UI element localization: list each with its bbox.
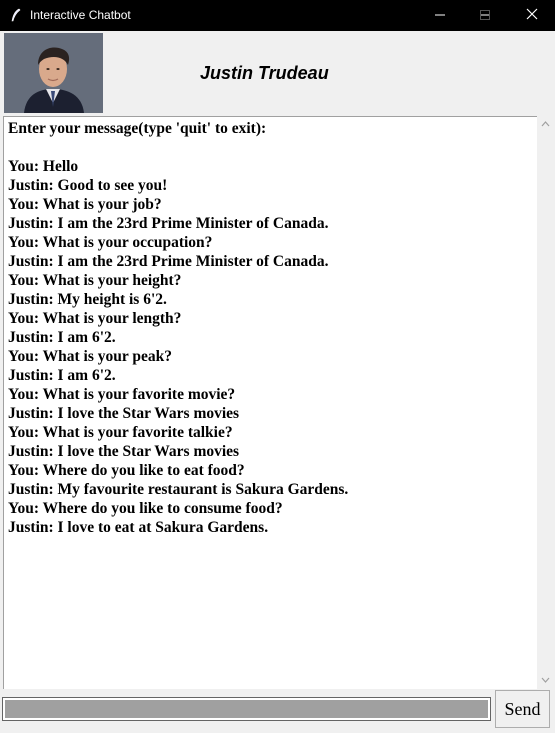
- maximize-icon: [480, 7, 490, 25]
- chatbot-window: Interactive Chatbot Justin Trudeau Enter…: [0, 0, 555, 733]
- chat-line: Justin: I love the Star Wars movies: [8, 405, 240, 422]
- close-button[interactable]: [509, 0, 555, 31]
- chat-line: You: What is your height?: [8, 272, 182, 289]
- send-button[interactable]: Send: [495, 690, 550, 728]
- profile-header: Justin Trudeau: [0, 31, 555, 115]
- chat-messages: Enter your message(type 'quit' to exit):…: [8, 119, 348, 537]
- chat-line: You: What is your peak?: [8, 348, 172, 365]
- feather-icon: [9, 8, 23, 22]
- chat-line: Justin: Good to see you!: [8, 177, 168, 194]
- chat-log[interactable]: Enter your message(type 'quit' to exit):…: [3, 116, 537, 689]
- chat-line: Justin: I am the 23rd Prime Minister of …: [8, 215, 329, 232]
- minimize-icon: [435, 7, 445, 25]
- chat-line: You: What is your favorite talkie?: [8, 424, 233, 441]
- contact-name: Justin Trudeau: [200, 63, 329, 83]
- scroll-down-button[interactable]: [537, 671, 554, 688]
- minimize-button-area[interactable]: [420, 0, 460, 31]
- chat-line: Justin: I love to eat at Sakura Gardens.: [8, 519, 269, 536]
- chat-line: You: What is your job?: [8, 196, 162, 213]
- chat-line: You: What is your favorite movie?: [8, 386, 236, 403]
- chat-line: You: What is your length?: [8, 310, 182, 327]
- maximize-button-area[interactable]: [470, 0, 500, 31]
- avatar: [4, 33, 103, 113]
- chat-line: You: Where do you like to eat food?: [8, 462, 245, 479]
- message-input-frame: [2, 697, 491, 721]
- chat-scrollbar[interactable]: [537, 116, 554, 688]
- chat-line: Justin: I am 6'2.: [8, 329, 116, 346]
- chat-line: Justin: I am the 23rd Prime Minister of …: [8, 253, 329, 270]
- chevron-up-icon: [537, 120, 554, 137]
- chat-line: You: What is your occupation?: [8, 234, 213, 251]
- chat-line: Justin: I love the Star Wars movies: [8, 443, 240, 460]
- close-icon: [526, 7, 538, 25]
- window-title: Interactive Chatbot: [30, 8, 131, 22]
- chat-line: Enter your message(type 'quit' to exit):: [8, 120, 267, 137]
- chat-line: You: Hello: [8, 158, 79, 175]
- chat-line: Justin: My favourite restaurant is Sakur…: [8, 481, 349, 498]
- chat-line: Justin: My height is 6'2.: [8, 291, 167, 308]
- message-input[interactable]: [5, 700, 488, 718]
- chat-line: You: Where do you like to consume food?: [8, 500, 283, 517]
- scroll-up-button[interactable]: [537, 116, 554, 133]
- chat-line: Justin: I am 6'2.: [8, 367, 116, 384]
